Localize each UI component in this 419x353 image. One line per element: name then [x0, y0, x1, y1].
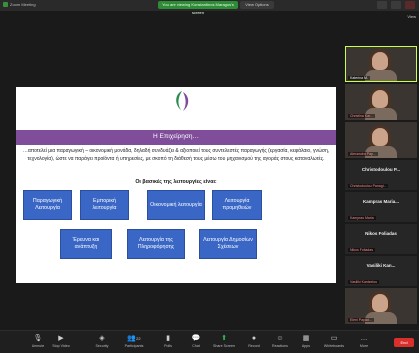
chat-button[interactable]: 💬 Chat	[182, 333, 210, 351]
view-button[interactable]: View	[407, 14, 416, 19]
stop-video-button[interactable]: ▶ Stop Video	[47, 333, 75, 351]
smile-icon: ☺	[276, 335, 284, 342]
participants-count: 22	[136, 336, 141, 341]
participant-tile[interactable]: Katerina M.	[345, 46, 417, 82]
participant-display-name: Nikos Foliadas	[365, 231, 397, 236]
window-controls	[377, 1, 415, 9]
function-box-public-relations: Λειτουργία Δημοσίων Σχέσεων	[199, 229, 257, 259]
company-logo-icon	[176, 91, 189, 111]
reactions-label: Reactions	[272, 344, 288, 348]
participant-name: Kampras Maria	[348, 216, 376, 220]
function-box-information: Λειτουργία της Πληροφόρησης	[127, 229, 185, 259]
slide-title: Η Επιχείρηση…	[153, 133, 199, 140]
apps-button[interactable]: ▦ Apps	[292, 333, 320, 351]
stop-video-label: Stop Video	[52, 344, 70, 348]
share-banner[interactable]: You are viewing Konstantinos Maragos's s…	[158, 1, 238, 15]
whiteboards-label: Whiteboards	[323, 344, 345, 348]
reactions-button[interactable]: ☺ Reactions	[266, 333, 294, 351]
participant-name: Christodoulou Panagi...	[348, 184, 389, 188]
participant-tile[interactable]: Alexandra Pap...	[345, 122, 417, 158]
record-button[interactable]: ● Record	[240, 333, 268, 351]
app-title: Zoom Meeting	[3, 2, 36, 8]
share-screen-button[interactable]: ⬆ Share Screen	[210, 333, 238, 351]
participant-display-name: Christodoulou P...	[361, 167, 401, 172]
app-title-text: Zoom Meeting	[10, 2, 36, 7]
participant-name: Eleni Papad...	[348, 318, 374, 322]
security-label: Security	[95, 344, 109, 348]
chat-label: Chat	[192, 344, 200, 348]
participant-name: Nikos Foliadas	[348, 248, 375, 252]
close-button[interactable]	[405, 1, 415, 9]
participants-button[interactable]: 👥22 Participants	[120, 333, 148, 351]
function-box-commercial: Εμπορική λειτουργία	[80, 190, 129, 220]
slide-paragraph: …αποτελεί μια παραγωγική – οικονομική μο…	[22, 148, 330, 162]
whiteboards-button[interactable]: ▭ Whiteboards	[320, 333, 348, 351]
function-box-research: Έρευνα και ανάπτυξη	[60, 229, 112, 259]
share-screen-icon: ⬆	[221, 335, 227, 342]
apps-icon: ▦	[302, 335, 310, 342]
record-label: Record	[248, 344, 260, 348]
participant-name: Christina Kar...	[348, 114, 375, 118]
zoom-icon	[3, 2, 8, 8]
window-title-bar: Zoom Meeting You are viewing Konstantino…	[0, 0, 419, 15]
share-screen-label: Share Screen	[213, 344, 235, 348]
participant-name: Alexandra Pap...	[348, 152, 378, 156]
participant-tile[interactable]: Christodoulou P... Christodoulou Panagi.…	[345, 160, 417, 190]
poll-icon: ▮	[166, 335, 170, 342]
polls-button[interactable]: ▮ Polls	[154, 333, 182, 351]
more-label: More	[359, 344, 369, 348]
participant-name: Katerina M.	[348, 76, 370, 80]
record-icon: ●	[251, 335, 257, 342]
maximize-button[interactable]	[391, 1, 401, 9]
participant-tile[interactable]: Kampras Maria... Kampras Maria	[345, 192, 417, 222]
more-icon: …	[360, 335, 368, 342]
participant-name: Vasiliki Kantzelou	[348, 280, 380, 284]
function-box-production: Παραγωγική Λειτουργία	[23, 190, 72, 220]
participant-display-name: Vasiliki Kan...	[366, 263, 396, 268]
function-box-procurement: Λειτουργία προμηθειών	[212, 190, 262, 220]
meeting-toolbar: 🎙 Unmute ▶ Stop Video ◈ Security 👥22 Partici…	[0, 330, 419, 353]
participant-display-name: Kampras Maria...	[362, 199, 399, 204]
participant-face	[372, 294, 388, 312]
participants-label: Participants	[124, 344, 144, 348]
unmute-label: Unmute	[31, 344, 45, 348]
apps-label: Apps	[301, 344, 311, 348]
more-button[interactable]: … More	[350, 333, 378, 351]
whiteboard-icon: ▭	[330, 335, 338, 342]
functions-heading: Οι βασικές της λειτουργίες είναι:	[135, 179, 217, 185]
minimize-button[interactable]	[377, 1, 387, 9]
participant-face	[372, 128, 388, 146]
people-icon: 👥22	[127, 335, 141, 342]
participant-face	[372, 52, 388, 70]
function-box-financial: Οικονομική λειτουργία	[147, 190, 205, 220]
participant-tile[interactable]: Nikos Foliadas Nikos Foliadas	[345, 224, 417, 254]
shield-icon: ◈	[99, 335, 105, 342]
participant-tile[interactable]: Eleni Papad...	[345, 288, 417, 324]
participant-tile[interactable]: Vasiliki Kan... Vasiliki Kantzelou	[345, 256, 417, 286]
polls-label: Polls	[164, 344, 172, 348]
end-meeting-button[interactable]: End	[394, 338, 414, 347]
view-options-button[interactable]: View Options	[240, 1, 274, 9]
security-button[interactable]: ◈ Security	[88, 333, 116, 351]
chat-icon: 💬	[191, 335, 201, 342]
camera-icon: ▶	[58, 335, 64, 342]
slide-title-bar: Η Επιχείρηση…	[16, 130, 336, 145]
participant-tile[interactable]: Christina Kar...	[345, 84, 417, 120]
shared-slide: Η Επιχείρηση… …αποτελεί μια παραγωγική –…	[16, 87, 336, 283]
participant-face	[372, 90, 388, 108]
